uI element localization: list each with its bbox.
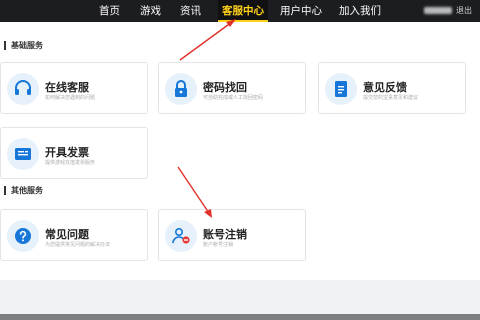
arrow-to-account-cancellation — [177, 166, 212, 218]
arrow-to-customer-service — [179, 19, 236, 61]
annotation-arrows — [177, 19, 236, 218]
